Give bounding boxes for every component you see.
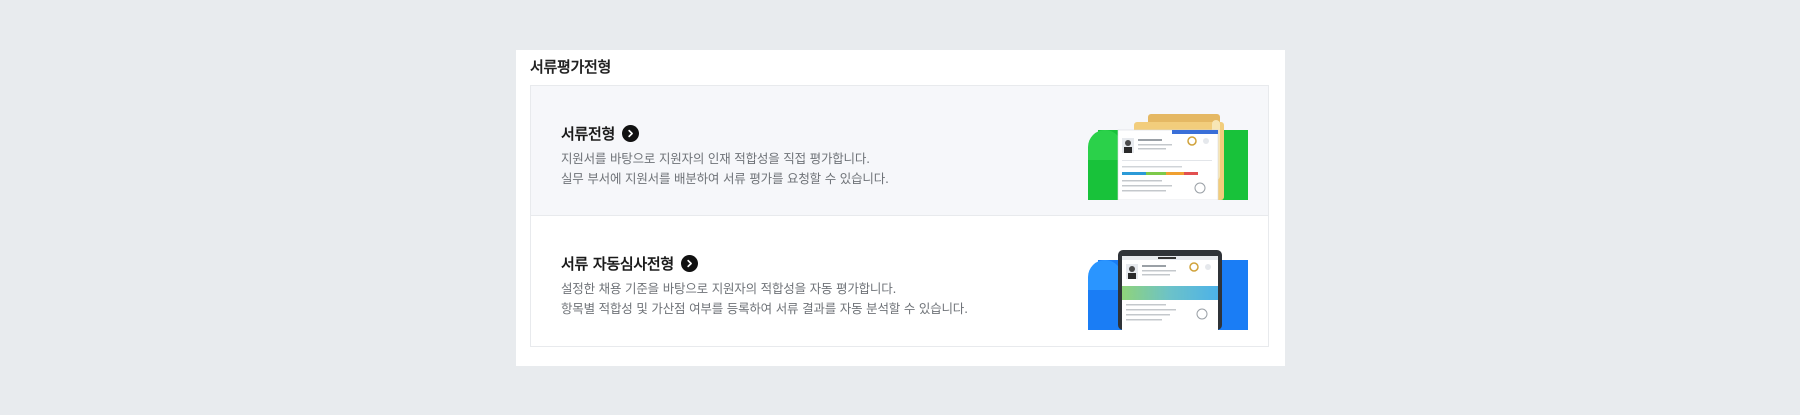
description-line: 실무 부서에 지원서를 배분하여 서류 평가를 요청할 수 있습니다. — [561, 171, 889, 186]
card-description: 설정한 채용 기준을 바탕으로 지원자의 적합성을 자동 평가합니다. 항목별 … — [561, 279, 968, 319]
auto-screening-link[interactable]: 서류 자동심사전형 — [561, 253, 698, 274]
section-title: 서류평가전형 — [530, 58, 612, 76]
card-description: 지원서를 바탕으로 지원자의 인재 적합성을 직접 평가합니다. 실무 부서에 … — [561, 149, 889, 189]
evaluation-type-list: 서류전형 지원서를 바탕으로 지원자의 인재 적합성을 직접 평가합니다. 실무… — [530, 85, 1269, 347]
document-evaluation-panel: 서류평가전형 서류전형 지원서를 바탕으로 지원자의 인재 적합성을 직접 평가… — [516, 50, 1285, 366]
card-title: 서류 자동심사전형 — [561, 255, 674, 273]
chevron-right-icon[interactable] — [680, 255, 698, 272]
card-document-screening[interactable]: 서류전형 지원서를 바탕으로 지원자의 인재 적합성을 직접 평가합니다. 실무… — [531, 86, 1268, 216]
description-line: 설정한 채용 기준을 바탕으로 지원자의 적합성을 자동 평가합니다. — [561, 281, 897, 296]
tablet-document-illustration — [1088, 250, 1248, 330]
chevron-right-icon[interactable] — [622, 125, 640, 142]
card-auto-screening[interactable]: 서류 자동심사전형 설정한 채용 기준을 바탕으로 지원자의 적합성을 자동 평… — [531, 216, 1268, 346]
document-screening-link[interactable]: 서류전형 — [561, 123, 640, 144]
card-title: 서류전형 — [561, 125, 616, 143]
description-line: 항목별 적합성 및 가산점 여부를 등록하여 서류 결과를 자동 분석할 수 있… — [561, 301, 968, 316]
description-line: 지원서를 바탕으로 지원자의 인재 적합성을 직접 평가합니다. — [561, 151, 870, 166]
folder-document-illustration — [1088, 114, 1248, 200]
